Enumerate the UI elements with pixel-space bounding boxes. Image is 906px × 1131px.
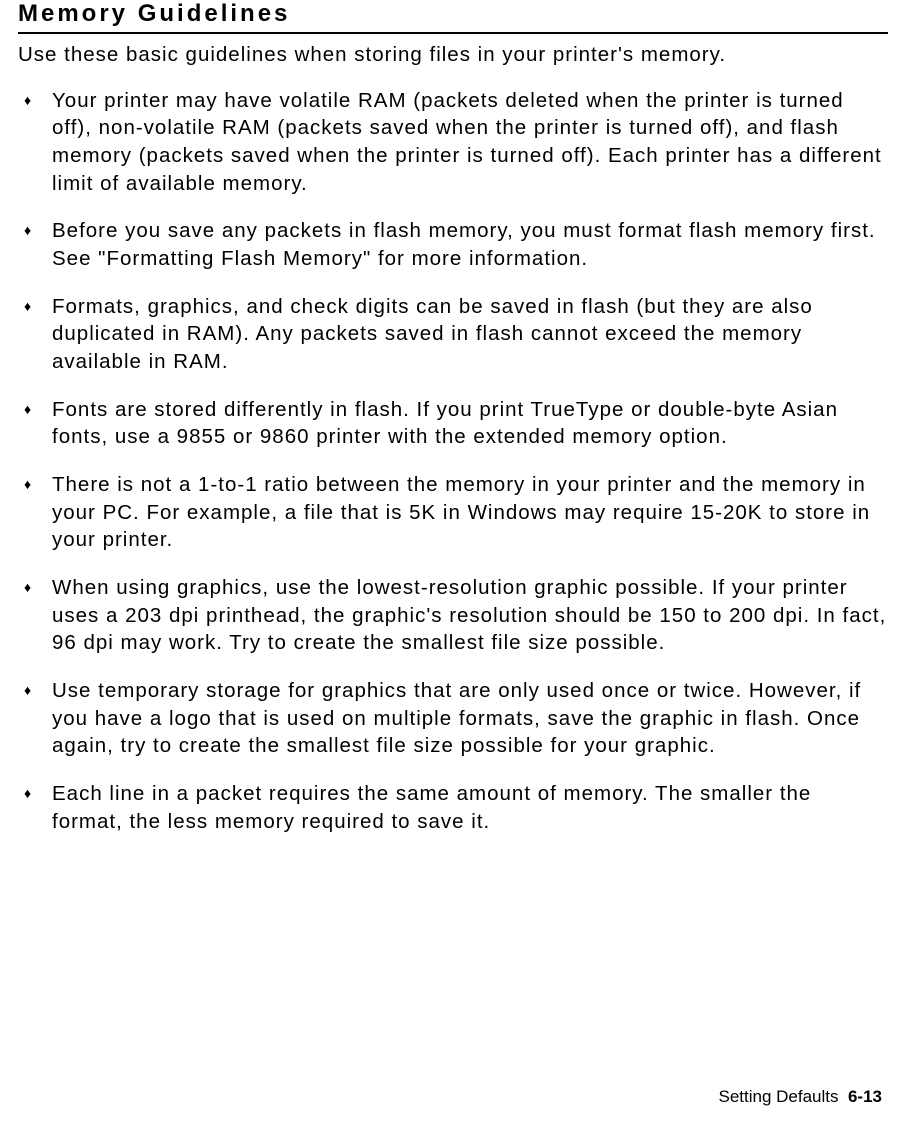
list-item-text: Formats, graphics, and check digits can …: [52, 293, 888, 376]
intro-text: Use these basic guidelines when storing …: [18, 42, 888, 69]
page-heading: Memory Guidelines: [18, 0, 888, 28]
list-item-text: Your printer may have volatile RAM (pack…: [52, 87, 888, 198]
diamond-bullet-icon: ♦: [18, 677, 52, 703]
heading-rule: [18, 32, 888, 34]
diamond-bullet-icon: ♦: [18, 87, 52, 113]
list-item: ♦ Before you save any packets in flash m…: [18, 217, 888, 272]
bullet-list: ♦ Your printer may have volatile RAM (pa…: [18, 87, 888, 836]
footer-page-number: 6-13: [848, 1087, 882, 1106]
footer-section: Setting Defaults: [719, 1087, 839, 1106]
list-item: ♦ Fonts are stored differently in flash.…: [18, 396, 888, 451]
page-footer: Setting Defaults 6-13: [719, 1087, 883, 1107]
diamond-bullet-icon: ♦: [18, 780, 52, 806]
list-item: ♦ When using graphics, use the lowest-re…: [18, 574, 888, 657]
diamond-bullet-icon: ♦: [18, 293, 52, 319]
list-item-text: There is not a 1-to-1 ratio between the …: [52, 471, 888, 554]
list-item-text: Fonts are stored differently in flash. I…: [52, 396, 888, 451]
list-item: ♦ Use temporary storage for graphics tha…: [18, 677, 888, 760]
list-item-text: Use temporary storage for graphics that …: [52, 677, 888, 760]
list-item: ♦ Each line in a packet requires the sam…: [18, 780, 888, 835]
diamond-bullet-icon: ♦: [18, 574, 52, 600]
list-item-text: When using graphics, use the lowest-reso…: [52, 574, 888, 657]
list-item: ♦ Formats, graphics, and check digits ca…: [18, 293, 888, 376]
list-item: ♦ Your printer may have volatile RAM (pa…: [18, 87, 888, 198]
list-item-text: Before you save any packets in flash mem…: [52, 217, 888, 272]
diamond-bullet-icon: ♦: [18, 396, 52, 422]
list-item-text: Each line in a packet requires the same …: [52, 780, 888, 835]
diamond-bullet-icon: ♦: [18, 217, 52, 243]
list-item: ♦ There is not a 1-to-1 ratio between th…: [18, 471, 888, 554]
diamond-bullet-icon: ♦: [18, 471, 52, 497]
